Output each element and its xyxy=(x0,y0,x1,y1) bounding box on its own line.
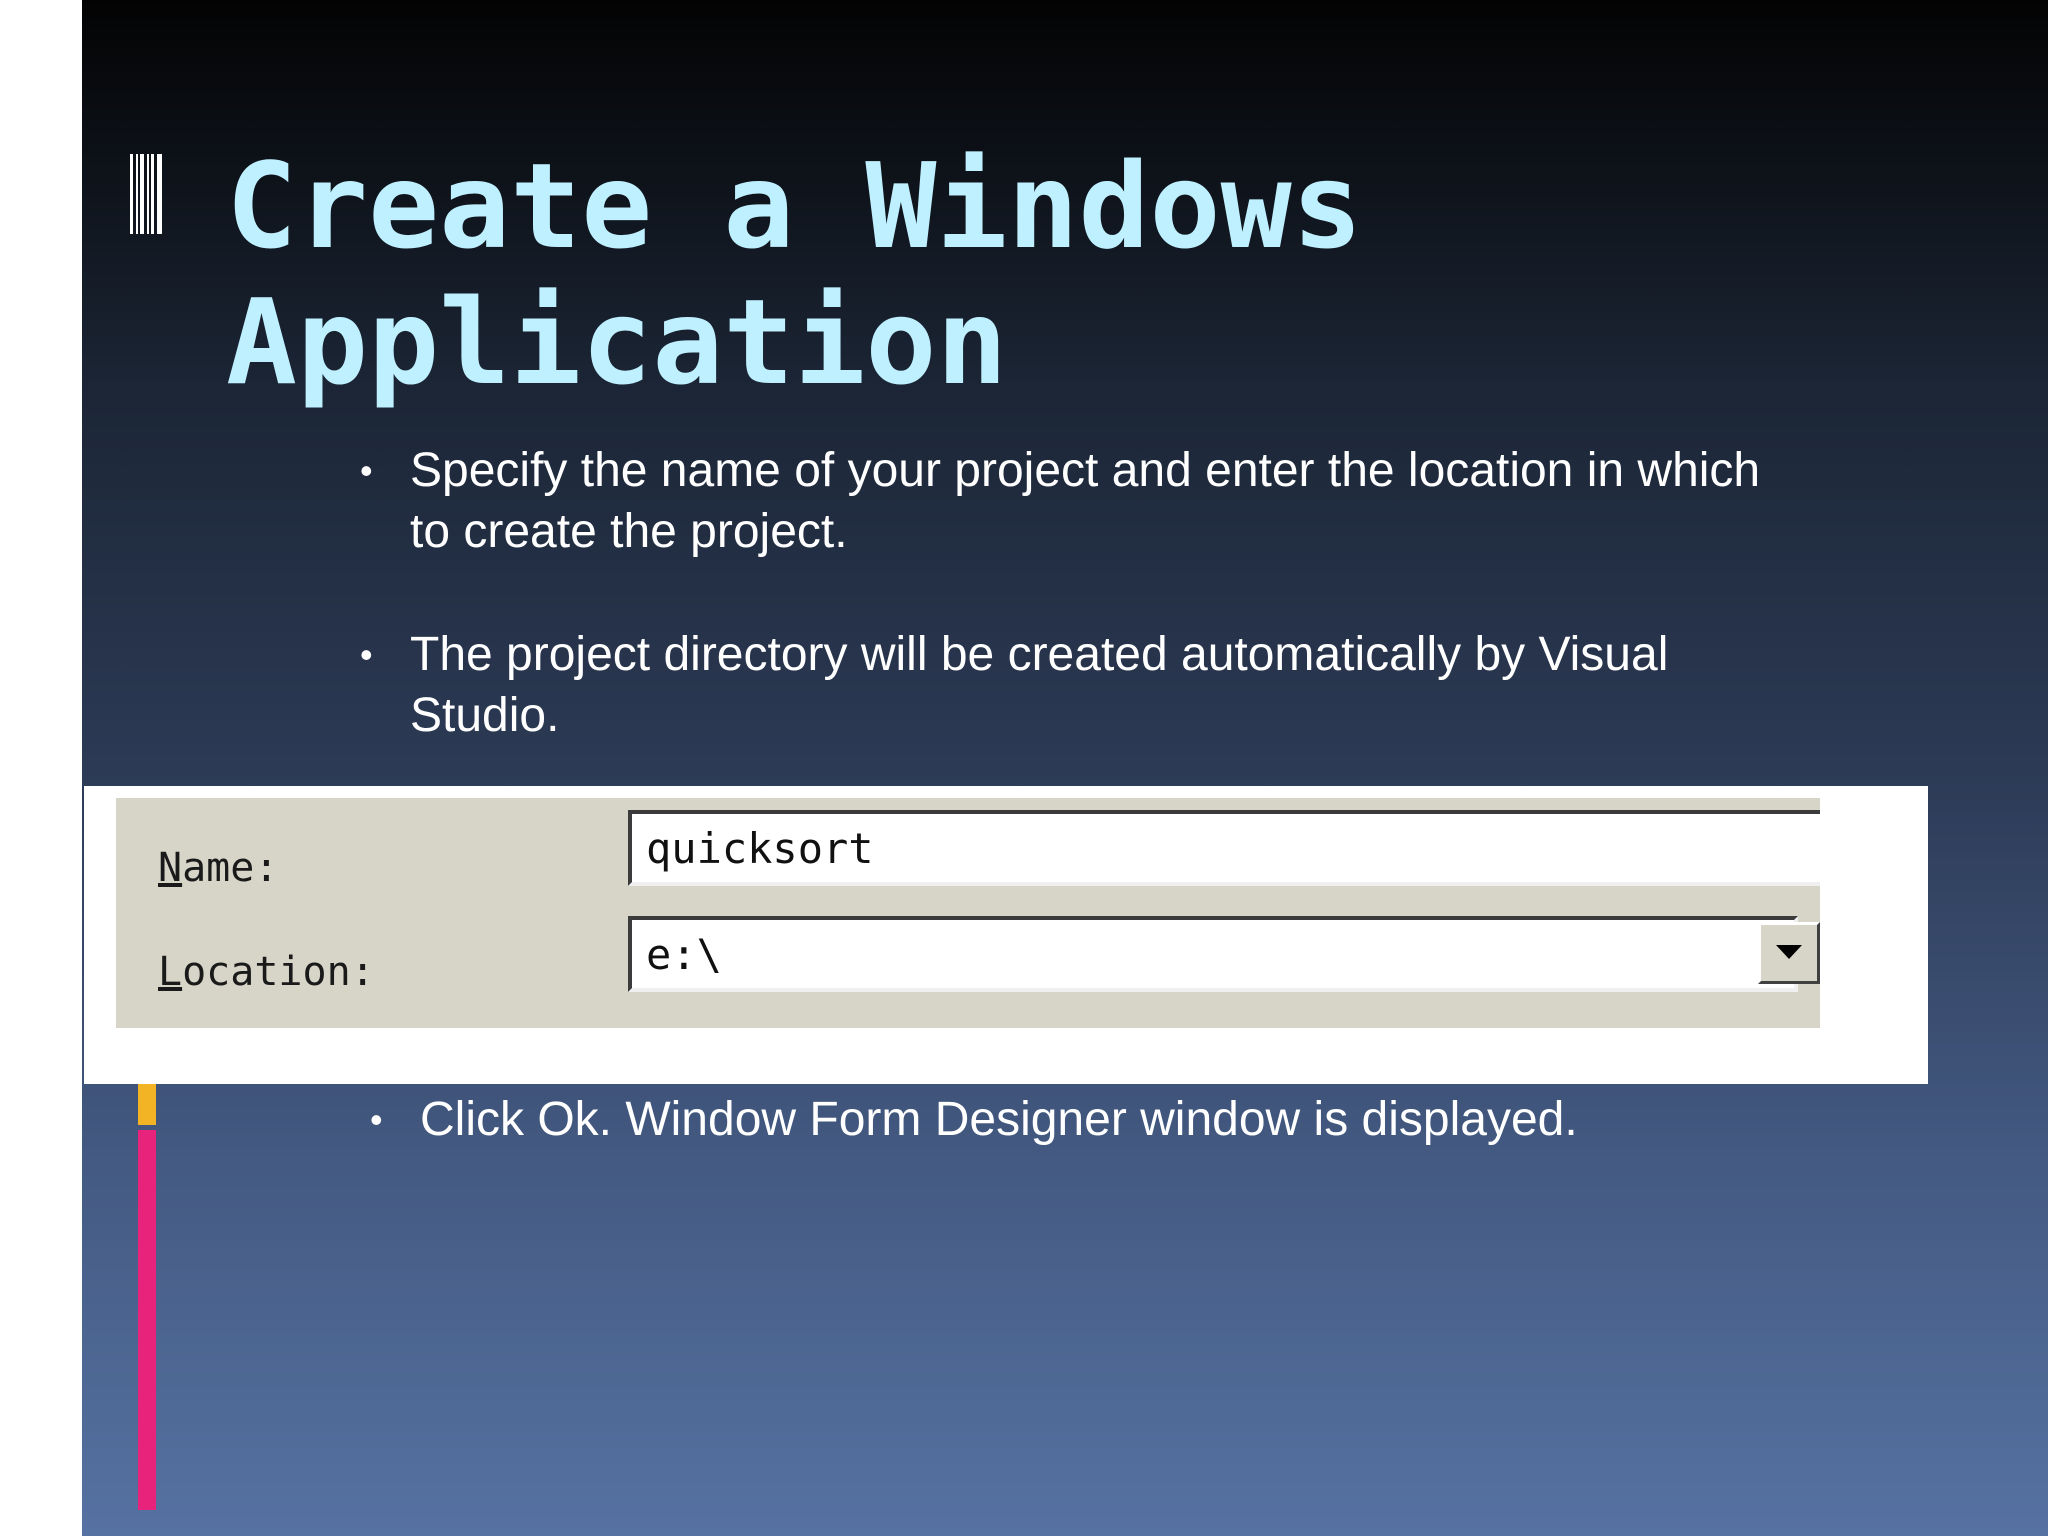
name-label: Name: xyxy=(158,845,278,891)
bullet-dot: • xyxy=(360,450,373,491)
bullet-item: • Click Ok. Window Form Designer window … xyxy=(370,1089,1810,1150)
bullet-text: Click Ok. Window Form Designer window is… xyxy=(420,1093,1578,1146)
bullet-dot: • xyxy=(360,634,373,675)
bullet-dot: • xyxy=(370,1099,383,1140)
slide-title: Create a Windows Application xyxy=(226,138,1826,410)
stripe-decoration xyxy=(130,154,162,234)
project-name-input[interactable] xyxy=(628,810,1820,886)
title-line-2: Application xyxy=(226,273,1008,411)
location-label-mnemonic: L xyxy=(158,949,183,995)
name-label-text: ame: xyxy=(182,845,279,891)
location-label-text: ocation: xyxy=(182,949,375,995)
name-label-mnemonic: N xyxy=(158,845,183,891)
new-project-panel: Name: Location: xyxy=(116,798,1820,1028)
title-line-1: Create a Windows xyxy=(226,137,1363,275)
location-combo-input[interactable] xyxy=(628,916,1798,992)
chevron-down-icon xyxy=(1776,945,1802,959)
bullet-text: Specify the name of your project and ent… xyxy=(410,444,1761,558)
location-dropdown-button[interactable] xyxy=(1758,922,1820,984)
bullet-item: • The project directory will be created … xyxy=(360,624,1800,746)
bullet-item: • Specify the name of your project and e… xyxy=(360,440,1800,562)
location-label: Location: xyxy=(158,949,375,995)
dialog-screenshot: Name: Location: xyxy=(84,786,1928,1084)
accent-bar-pink-long xyxy=(138,1130,156,1510)
bullet-text: The project directory will be created au… xyxy=(410,628,1669,742)
